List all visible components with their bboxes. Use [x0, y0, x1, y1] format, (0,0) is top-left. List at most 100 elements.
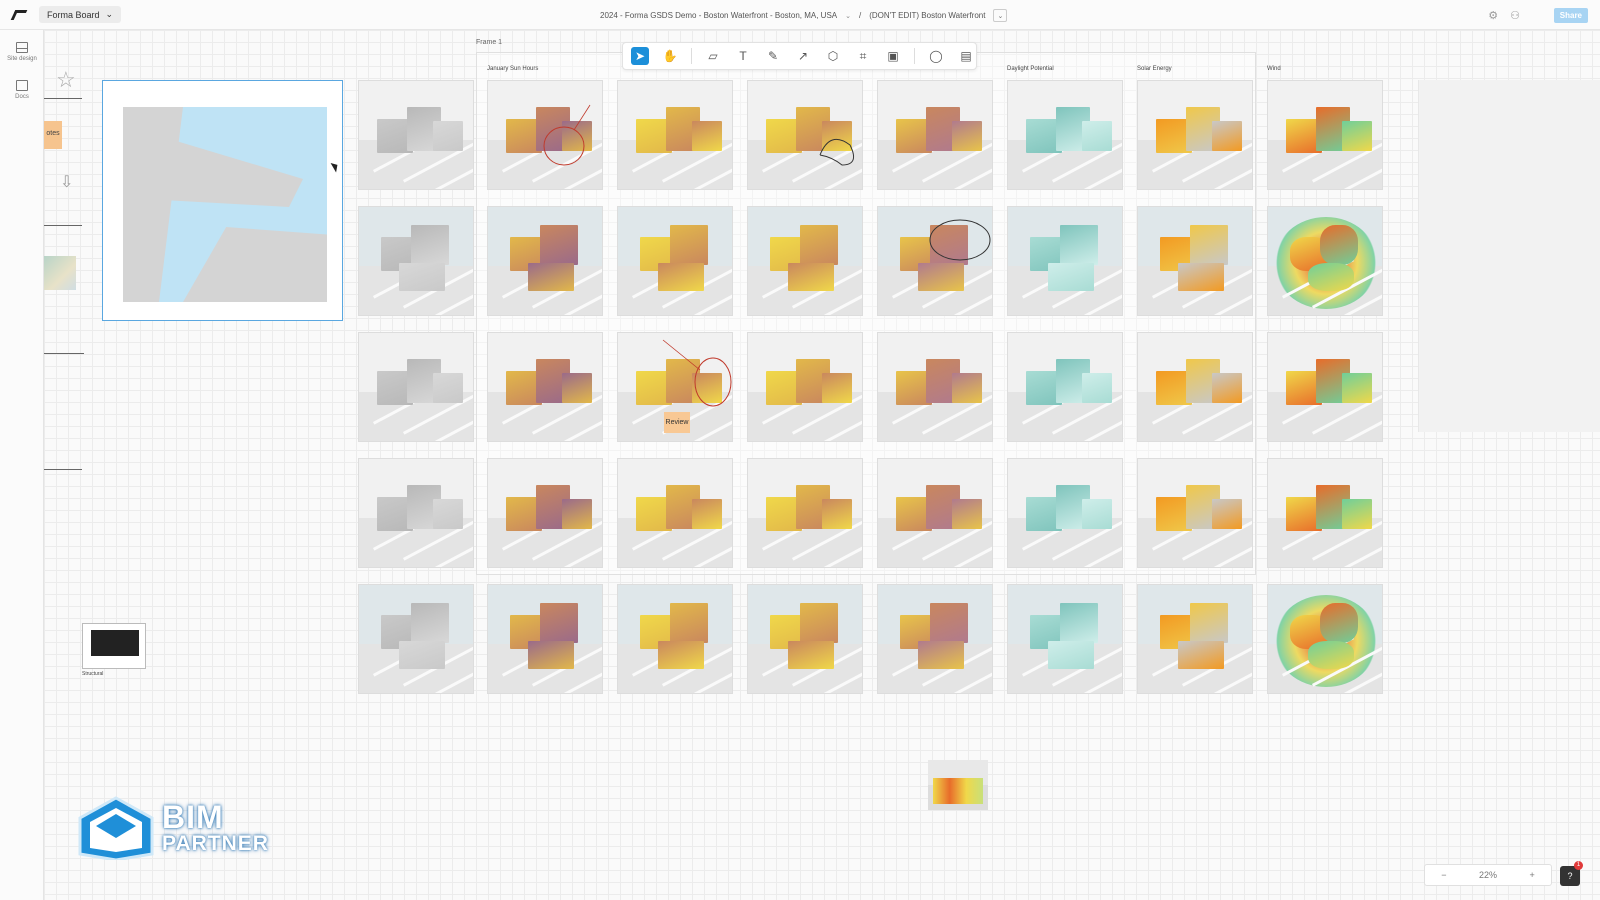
analysis-tile[interactable] — [877, 584, 993, 694]
review-sticky-note[interactable]: Review — [664, 412, 690, 433]
chat-tool-icon[interactable]: ▤ — [957, 47, 975, 65]
analysis-tile[interactable] — [358, 206, 474, 316]
side-frame[interactable] — [1418, 80, 1600, 432]
zoom-out-button[interactable]: − — [1441, 870, 1446, 880]
star-shape-icon[interactable]: ☆ — [56, 67, 76, 93]
app-logo-icon[interactable] — [10, 9, 28, 20]
select-tool-icon[interactable]: ➤ — [631, 47, 649, 65]
rail-item-site-design[interactable]: Site design — [0, 42, 44, 62]
analysis-tile[interactable] — [1137, 458, 1253, 568]
analysis-tile[interactable] — [617, 80, 733, 190]
analysis-tile[interactable] — [747, 458, 863, 568]
tile-building — [822, 373, 852, 403]
project-name[interactable]: 2024 - Forma GSDS Demo - Boston Waterfro… — [600, 11, 837, 20]
document-preview — [91, 630, 139, 656]
chevron-down-icon: ⌄ — [105, 9, 114, 19]
analysis-tile[interactable] — [1137, 80, 1253, 190]
analysis-tile[interactable] — [1267, 332, 1383, 442]
text-tool-icon[interactable]: T — [734, 47, 752, 65]
settings-gear-icon[interactable]: ⚙ — [1488, 9, 1498, 22]
sticky-note-tool-icon[interactable]: ▱ — [704, 47, 722, 65]
share-button[interactable]: Share — [1553, 8, 1588, 23]
analysis-tile[interactable] — [1137, 206, 1253, 316]
analysis-tile[interactable] — [358, 332, 474, 442]
analysis-tile[interactable] — [487, 584, 603, 694]
analysis-tile[interactable] — [1007, 206, 1123, 316]
analysis-tile[interactable] — [877, 332, 993, 442]
chevron-down-icon[interactable]: ⌄ — [845, 12, 851, 20]
analysis-tile[interactable] — [358, 584, 474, 694]
analysis-tile[interactable] — [1007, 458, 1123, 568]
tile-building — [562, 121, 592, 151]
analysis-tile[interactable] — [1007, 332, 1123, 442]
analysis-tile[interactable] — [747, 584, 863, 694]
analysis-tile[interactable] — [617, 458, 733, 568]
arrow-down-icon[interactable]: ⇩ — [60, 172, 73, 192]
tile-building — [1060, 225, 1098, 265]
analysis-tile[interactable] — [1267, 584, 1383, 694]
left-rail: Site design Docs — [0, 30, 44, 900]
board-menu-chevron-icon[interactable]: ⌄ — [993, 9, 1008, 22]
analysis-tile[interactable] — [1267, 206, 1383, 316]
board-name[interactable]: (DON'T EDIT) Boston Waterfront — [869, 11, 985, 20]
analysis-tile[interactable] — [1267, 80, 1383, 190]
zoom-control: − 22% + — [1424, 864, 1552, 886]
analysis-tile[interactable] — [487, 206, 603, 316]
tile-building — [1308, 641, 1354, 669]
connector-line[interactable] — [44, 98, 82, 99]
analysis-tile[interactable] — [1007, 584, 1123, 694]
analysis-tile[interactable] — [747, 80, 863, 190]
app-switcher[interactable]: Forma Board ⌄ — [39, 6, 122, 23]
rail-item-docs[interactable]: Docs — [0, 80, 44, 100]
wind-thumbnail[interactable] — [928, 760, 988, 810]
map-land — [183, 227, 327, 302]
analysis-tile[interactable] — [487, 80, 603, 190]
tile-building — [692, 121, 722, 151]
analysis-tile[interactable] — [1137, 332, 1253, 442]
comment-tool-icon[interactable]: ◯ — [927, 47, 945, 65]
hand-pan-tool-icon[interactable]: ✋ — [661, 47, 679, 65]
tile-building — [1082, 121, 1112, 151]
zoom-in-button[interactable]: + — [1529, 870, 1534, 880]
analysis-tile[interactable] — [487, 458, 603, 568]
analysis-tile[interactable] — [487, 332, 603, 442]
analysis-tile[interactable] — [877, 80, 993, 190]
connector-line[interactable] — [44, 469, 82, 470]
tile-building — [952, 499, 982, 529]
tile-building — [658, 263, 704, 291]
analysis-tile[interactable] — [877, 458, 993, 568]
brand-watermark: BIM PARTNER — [76, 794, 269, 860]
collaborators-icon[interactable]: ⚇ — [1510, 9, 1520, 22]
tile-building — [670, 225, 708, 265]
image-tool-icon[interactable]: ▣ — [884, 47, 902, 65]
analysis-tile[interactable] — [747, 206, 863, 316]
tile-building — [433, 121, 463, 151]
analysis-tile[interactable] — [747, 332, 863, 442]
tile-building — [788, 641, 834, 669]
analysis-tile[interactable] — [1007, 80, 1123, 190]
image-thumbnail[interactable] — [44, 256, 76, 290]
tile-building — [562, 499, 592, 529]
project-breadcrumb: 2024 - Forma GSDS Demo - Boston Waterfro… — [600, 9, 1008, 22]
tile-building — [918, 641, 964, 669]
sticky-note[interactable]: otes — [44, 121, 62, 149]
tile-building — [528, 263, 574, 291]
analysis-tile[interactable] — [358, 80, 474, 190]
analysis-tile[interactable] — [1267, 458, 1383, 568]
document-thumbnail[interactable] — [82, 623, 146, 669]
frame-tool-icon[interactable]: ⌗ — [854, 47, 872, 65]
connector-line[interactable] — [44, 353, 84, 354]
tile-building — [1342, 499, 1372, 529]
analysis-tile[interactable] — [358, 458, 474, 568]
analysis-tile[interactable] — [617, 584, 733, 694]
analysis-tile[interactable] — [617, 206, 733, 316]
analysis-tile[interactable] — [1137, 584, 1253, 694]
connector-line[interactable] — [44, 225, 82, 226]
frame-label[interactable]: Frame 1 — [476, 39, 502, 46]
shape-tool-icon[interactable]: ⬡ — [824, 47, 842, 65]
pen-tool-icon[interactable]: ✎ — [764, 47, 782, 65]
zoom-level[interactable]: 22% — [1479, 870, 1497, 880]
analysis-tile[interactable] — [877, 206, 993, 316]
arrow-tool-icon[interactable]: ↗ — [794, 47, 812, 65]
site-map[interactable] — [102, 80, 343, 321]
